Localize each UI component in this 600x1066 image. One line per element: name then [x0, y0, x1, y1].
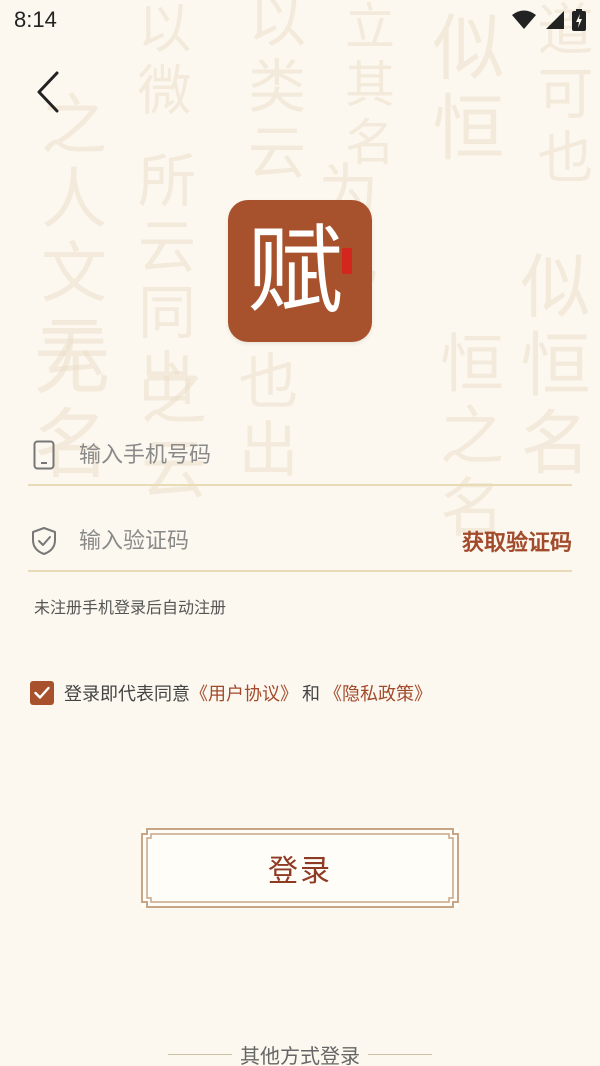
user-agreement-link[interactable]: 《用户协议》	[190, 680, 298, 706]
status-time: 8:14	[14, 7, 57, 32]
other-login-label: 其他方式登录	[240, 1044, 360, 1066]
status-bar: 8:14	[0, 0, 600, 40]
code-field: 获取验证码	[28, 512, 572, 572]
back-button[interactable]	[26, 68, 70, 116]
phone-field	[28, 426, 572, 486]
login-button-label: 登录	[268, 854, 332, 889]
logo-char: 赋	[247, 215, 343, 327]
agreement-and: 和	[302, 684, 320, 705]
app-logo: 赋	[228, 200, 372, 342]
agreement-row: 登录即代表同意 《用户协议》 和 《隐私政策》	[30, 680, 432, 706]
register-hint: 未注册手机登录后自动注册	[34, 598, 227, 617]
chevron-left-icon	[37, 71, 59, 113]
phone-icon	[28, 439, 60, 471]
cell-signal-icon	[546, 11, 564, 29]
check-icon	[34, 686, 50, 699]
battery-icon	[572, 9, 586, 31]
agreement-prefix: 登录即代表同意	[64, 684, 190, 705]
agreement-checkbox[interactable]	[30, 681, 54, 705]
privacy-policy-link[interactable]: 《隐私政策》	[324, 680, 432, 706]
logo-seal	[342, 248, 352, 274]
login-button[interactable]: 登录	[141, 828, 459, 908]
phone-input[interactable]	[79, 435, 572, 475]
other-login[interactable]: 其他方式登录	[0, 1040, 600, 1066]
status-icons	[512, 9, 586, 31]
shield-check-icon	[28, 525, 60, 557]
divider-right	[368, 1054, 432, 1055]
code-input[interactable]	[79, 521, 462, 561]
divider-left	[168, 1054, 232, 1055]
get-code-button[interactable]: 获取验证码	[462, 525, 572, 557]
wifi-icon	[512, 10, 536, 29]
